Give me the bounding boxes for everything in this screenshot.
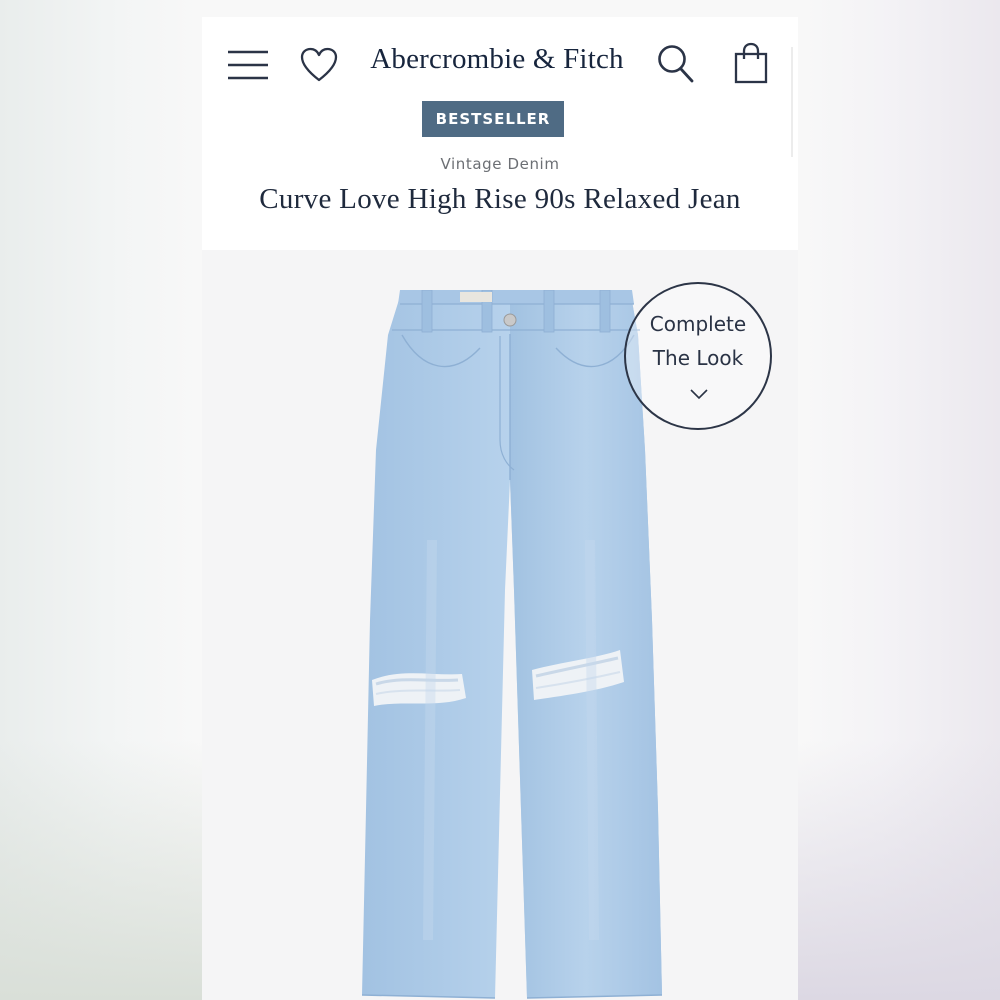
menu-icon[interactable] (227, 49, 269, 81)
product-title: Curve Love High Rise 90s Relaxed Jean (259, 183, 741, 215)
complete-look-label-line1: Complete (649, 312, 747, 336)
page-header: Abercrombie & Fitch BESTSELLER Vintage D… (202, 17, 798, 250)
background-blur-right (798, 740, 1000, 1000)
product-image-area[interactable]: Complete The Look (202, 250, 798, 1000)
heart-icon[interactable] (300, 47, 338, 83)
bestseller-badge: BESTSELLER (422, 101, 564, 137)
jeans-product-image (362, 290, 662, 999)
product-page-screen: Abercrombie & Fitch BESTSELLER Vintage D… (202, 17, 798, 1000)
chevron-down-icon (690, 389, 708, 400)
product-category[interactable]: Vintage Denim (202, 155, 798, 173)
scrollbar[interactable] (791, 47, 793, 157)
complete-the-look-button[interactable]: Complete The Look (624, 282, 772, 430)
search-icon[interactable] (657, 44, 695, 84)
background-blur-left (0, 740, 202, 1000)
complete-look-label-line2: The Look (652, 346, 744, 370)
brand-logo[interactable]: Abercrombie & Fitch (352, 43, 642, 76)
shopping-bag-icon[interactable] (734, 42, 768, 84)
